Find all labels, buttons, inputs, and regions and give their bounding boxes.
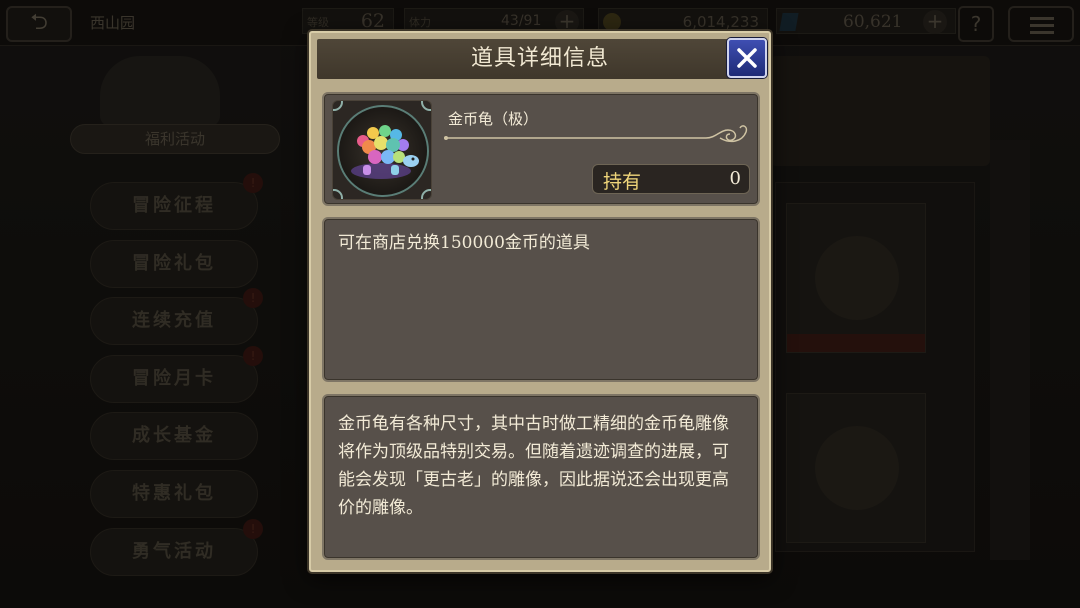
item-description-panel: 可在商店兑换150000金币的道具 [322, 217, 760, 382]
item-summary-panel: 金币龟（极） 持有 0 [322, 92, 760, 206]
item-icon-frame[interactable] [332, 100, 432, 200]
item-lore: 金币龟有各种尺寸，其中古时做工精细的金币龟雕像将作为顶级品特别交易。但随着遗迹调… [338, 414, 729, 518]
item-detail-dialog: 道具详细信息 金币龟（极） 持有 0 可在商店兑换150000金币的道具 金币龟… [309, 31, 771, 572]
dialog-title: 道具详细信息 [470, 46, 609, 71]
rainbow-gold-turtle-icon [337, 105, 429, 197]
held-value: 0 [729, 168, 741, 189]
close-x-icon [737, 48, 757, 68]
item-lore-panel: 金币龟有各种尺寸，其中古时做工精细的金币龟雕像将作为顶级品特别交易。但随着遗迹调… [322, 394, 760, 560]
item-description: 可在商店兑换150000金币的道具 [338, 233, 590, 253]
ornament-corner [421, 189, 431, 199]
held-label: 持有 [603, 171, 642, 193]
dialog-title-bar: 道具详细信息 [317, 39, 763, 79]
close-button[interactable] [727, 38, 767, 78]
ornate-divider [444, 125, 748, 143]
held-count-box: 持有 0 [592, 164, 750, 194]
